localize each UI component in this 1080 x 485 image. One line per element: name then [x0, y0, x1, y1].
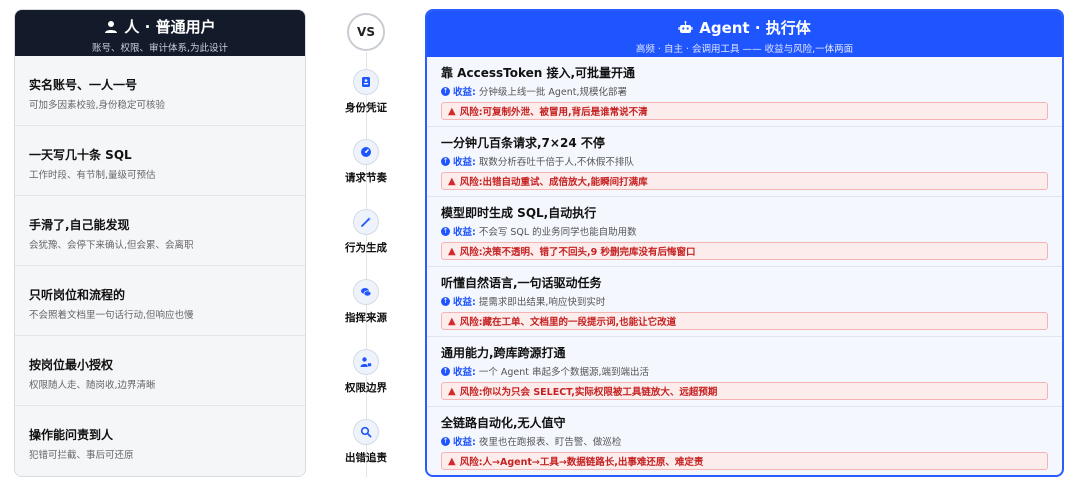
arrow-up-icon: ↑ [441, 226, 450, 236]
human-row-title: 一天写几十条 SQL [29, 148, 132, 162]
agent-panel: Agent · 执行体 高频 · 自主 · 会调用工具 —— 收益与风险,一体两… [425, 9, 1064, 477]
human-title: 人 · 普通用户 [124, 18, 216, 36]
human-row-desc: 工作时段、有节制,量级可预估 [29, 170, 156, 181]
dimension-label: 权限边界 [345, 382, 387, 394]
dimension-label: 行为生成 [345, 242, 387, 254]
dimension-label: 指挥来源 [345, 312, 387, 324]
human-row: 按岗位最小授权 权限随人走、随岗收,边界清晰 [15, 336, 305, 406]
arrow-up-icon: ↑ [441, 156, 450, 166]
dimension-permission: 权限边界 [331, 349, 401, 395]
warning-icon: ▲ [448, 175, 456, 187]
human-row-title: 只听岗位和流程的 [29, 288, 126, 302]
warning-icon: ▲ [448, 245, 456, 257]
human-row-title: 按岗位最小授权 [29, 358, 114, 372]
dimension-label: 出错追责 [345, 452, 387, 464]
risk-box: ▲ 风险: 出错自动重试、成倍放大,能瞬间打满库 [441, 172, 1048, 190]
divider-line [366, 52, 367, 477]
agent-row: 全链路自动化,无人值守 ↑ 收益: 夜里也在跑报表、盯告警、做巡检 ▲ 风险: 人→Ag… [427, 407, 1062, 475]
agent-row-title: 全链路自动化,无人值守 [441, 416, 566, 430]
arrow-up-icon: ↑ [441, 366, 450, 376]
human-row: 只听岗位和流程的 不会照着文档里一句话行动,但响应也慢 [15, 266, 305, 336]
user-icon [105, 20, 118, 33]
human-row-desc: 犯错可拦截、事后可还原 [29, 450, 134, 461]
arrow-up-icon: ↑ [441, 436, 450, 446]
human-row-desc: 可加多因素校验,身份稳定可核验 [29, 100, 166, 111]
warning-icon: ▲ [448, 455, 456, 467]
magic-wand-icon [353, 209, 379, 235]
dimension-label: 身份凭证 [345, 102, 387, 114]
gain-line: ↑ 收益: 提需求即出结果,响应快到实时 [441, 296, 606, 308]
agent-row: 模型即时生成 SQL,自动执行 ↑ 收益: 不会写 SQL 的业务同学也能自助用数 … [427, 197, 1062, 267]
agent-row-title: 靠 AccessToken 接入,可批量开通 [441, 66, 636, 80]
warning-icon: ▲ [448, 315, 456, 327]
warning-icon: ▲ [448, 105, 456, 117]
agent-row: 靠 AccessToken 接入,可批量开通 ↑ 收益: 分钟级上线一批 Agent… [427, 57, 1062, 127]
human-row-title: 操作能问责到人 [29, 428, 114, 442]
agent-row: 通用能力,跨库跨源打通 ↑ 收益: 一个 Agent 串起多个数据源,端到端出活 ▲… [427, 337, 1062, 407]
warning-icon: ▲ [448, 385, 456, 397]
gain-line: ↑ 收益: 夜里也在跑报表、盯告警、做巡检 [441, 436, 622, 448]
risk-box: ▲ 风险: 人→Agent→工具→数据链路长,出事难还原、难定责 [441, 452, 1048, 470]
vs-badge: VS [347, 13, 385, 51]
human-row-title: 实名账号、一人一号 [29, 78, 138, 92]
gain-line: ↑ 收益: 取数分析吞吐千倍于人,不休假不排队 [441, 156, 634, 168]
agent-row: 一分钟几百条请求,7×24 不停 ↑ 收益: 取数分析吞吐千倍于人,不休假不排队 ▲… [427, 127, 1062, 197]
robot-icon [678, 20, 693, 33]
dimension-label: 请求节奏 [345, 172, 387, 184]
human-row: 实名账号、一人一号 可加多因素校验,身份稳定可核验 [15, 56, 305, 126]
human-row-desc: 不会照着文档里一句话行动,但响应也慢 [29, 310, 194, 321]
human-row: 操作能问责到人 犯错可拦截、事后可还原 [15, 406, 305, 476]
search-icon [353, 419, 379, 445]
id-card-icon [353, 69, 379, 95]
dimension-rate: 请求节奏 [331, 139, 401, 185]
dimension-accountability: 出错追责 [331, 419, 401, 465]
gain-line: ↑ 收益: 分钟级上线一批 Agent,规模化部署 [441, 86, 627, 98]
human-row-title: 手滑了,自己能发现 [29, 218, 130, 232]
risk-box: ▲ 风险: 可复制外泄、被冒用,背后是谁常说不清 [441, 102, 1048, 120]
agent-header: Agent · 执行体 高频 · 自主 · 会调用工具 —— 收益与风险,一体两… [427, 11, 1062, 57]
agent-row-title: 通用能力,跨库跨源打通 [441, 346, 566, 360]
agent-subtitle: 高频 · 自主 · 会调用工具 —— 收益与风险,一体两面 [635, 44, 854, 55]
agent-title: Agent · 执行体 [699, 19, 811, 37]
risk-box: ▲ 风险: 决策不透明、错了不回头,9 秒删完库没有后悔窗口 [441, 242, 1048, 260]
chat-icon [353, 279, 379, 305]
speed-icon [353, 139, 379, 165]
agent-row-title: 模型即时生成 SQL,自动执行 [441, 206, 597, 220]
human-row: 一天写几十条 SQL 工作时段、有节制,量级可预估 [15, 126, 305, 196]
user-lock-icon [353, 349, 379, 375]
human-panel: 人 · 普通用户 账号、权限、审计体系,为此设计 实名账号、一人一号 可加多因素… [14, 9, 306, 477]
human-header: 人 · 普通用户 账号、权限、审计体系,为此设计 [15, 10, 305, 56]
agent-row-title: 一分钟几百条请求,7×24 不停 [441, 136, 605, 150]
gain-line: ↑ 收益: 一个 Agent 串起多个数据源,端到端出活 [441, 366, 649, 378]
human-row: 手滑了,自己能发现 会犹豫、会停下来确认,但会累、会离职 [15, 196, 305, 266]
arrow-up-icon: ↑ [441, 296, 450, 306]
dimension-behavior: 行为生成 [331, 209, 401, 255]
dimension-source: 指挥来源 [331, 279, 401, 325]
agent-row: 听懂自然语言,一句话驱动任务 ↑ 收益: 提需求即出结果,响应快到实时 ▲ 风险: 藏在… [427, 267, 1062, 337]
arrow-up-icon: ↑ [441, 86, 450, 96]
risk-box: ▲ 风险: 藏在工单、文档里的一段提示词,也能让它改道 [441, 312, 1048, 330]
gain-line: ↑ 收益: 不会写 SQL 的业务同学也能自助用数 [441, 226, 637, 238]
human-subtitle: 账号、权限、审计体系,为此设计 [91, 43, 229, 54]
human-row-desc: 权限随人走、随岗收,边界清晰 [29, 380, 156, 391]
human-row-desc: 会犹豫、会停下来确认,但会累、会离职 [29, 240, 194, 251]
agent-row-title: 听懂自然语言,一句话驱动任务 [441, 276, 602, 290]
dimension-identity: 身份凭证 [331, 69, 401, 115]
risk-box: ▲ 风险: 你以为只会 SELECT,实际权限被工具链放大、远超预期 [441, 382, 1048, 400]
